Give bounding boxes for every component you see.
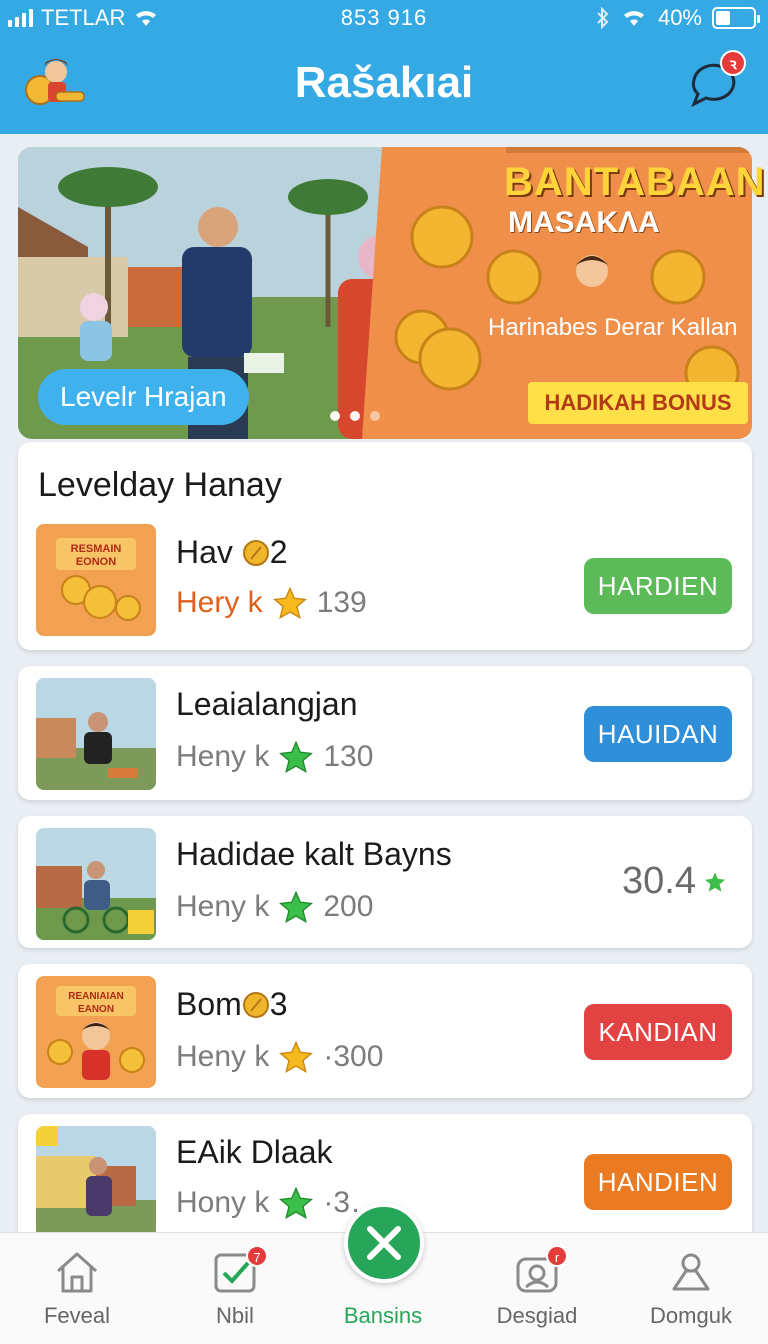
- nav-item-desgiad[interactable]: r Desgiad: [460, 1233, 614, 1344]
- nav-item-bansins[interactable]: Bansins: [306, 1203, 460, 1344]
- row-title: EAik Dlaak: [176, 1134, 333, 1170]
- green-star-icon: [279, 891, 314, 923]
- hauidan-button[interactable]: HAUIDAN: [584, 706, 732, 762]
- thumb-text-bottom: EANON: [78, 1004, 114, 1015]
- right-value-text: 30.4: [622, 860, 696, 902]
- promo-subtitle: MASAKΛA: [508, 206, 660, 239]
- status-bar: TETLAR 853 916 40%: [0, 0, 768, 36]
- photo-thumb-art: [36, 1126, 156, 1238]
- nav-badge: 7: [246, 1245, 268, 1267]
- home-icon: [56, 1252, 98, 1293]
- row-title-suffix: 3: [269, 986, 288, 1022]
- chat-badge: ꝛ: [720, 50, 746, 76]
- promo-title: BANTABAAN: [504, 160, 766, 204]
- nav-label: Bansins: [343, 1303, 423, 1328]
- row-label: Heny k: [176, 890, 270, 923]
- row-title: Bom 3: [176, 986, 288, 1023]
- coin-icon: [242, 540, 269, 566]
- row-value: 200: [323, 890, 374, 923]
- row-label: Heny k: [176, 740, 270, 773]
- list-item[interactable]: Leaialangjan Heny k 130 HAUIDAN: [18, 666, 752, 800]
- row-title-suffix: 2: [269, 534, 288, 570]
- thumb-text-top: REANIAIAN: [68, 991, 124, 1002]
- promo-text: Harinabes Derar Kallan: [488, 314, 738, 341]
- bonus-ribbon[interactable]: HADIKAH BONUS: [528, 382, 748, 424]
- kandian-button[interactable]: KANDIAN: [584, 1004, 732, 1060]
- page-title: Rašakıai: [294, 58, 474, 107]
- row-thumbnail: RESMAIN EONON: [36, 524, 156, 636]
- row-subtitle: Heny k 130: [176, 740, 373, 774]
- section-title: Levelday Hanay: [38, 466, 282, 504]
- photo-thumb-art: [36, 678, 156, 790]
- gold-star-icon: [272, 587, 307, 619]
- photo-thumb-art: [36, 828, 156, 940]
- nav-label: Nbil: [216, 1303, 254, 1328]
- list-item[interactable]: Hadidae kalt Bayns Heny k 200 30.4: [18, 816, 752, 948]
- nav-label: Domguk: [650, 1303, 732, 1328]
- nav-item-domguk[interactable]: Domguk: [614, 1233, 768, 1344]
- carousel-dot[interactable]: [350, 411, 360, 421]
- row-title-text: Hav: [176, 534, 233, 570]
- gold-star-icon: [279, 1041, 314, 1073]
- row-title: Hav 2: [176, 534, 288, 571]
- center-action-button[interactable]: [344, 1203, 424, 1283]
- battery-percent: 40%: [657, 5, 702, 30]
- hardien-button[interactable]: HARDIEN: [584, 558, 732, 614]
- row-label: Hery k: [176, 586, 263, 619]
- coin-icon: [242, 992, 269, 1018]
- green-star-icon: [279, 741, 314, 773]
- row-thumbnail: [36, 828, 156, 940]
- bluetooth-icon: [597, 7, 609, 29]
- carousel-dots[interactable]: [330, 411, 380, 421]
- green-star-icon: [279, 1187, 314, 1219]
- row-title-text: Bom: [176, 986, 242, 1022]
- nav-badge: r: [546, 1245, 568, 1267]
- list-item[interactable]: REANIAIAN EANON Bom 3 Heny k ·300 KANDIAN: [18, 964, 752, 1098]
- close-icon: [367, 1226, 401, 1260]
- green-badge-icon: [704, 871, 726, 892]
- row-subtitle: Heny k 200: [176, 890, 373, 924]
- row-value: ·300: [323, 1040, 384, 1073]
- row-subtitle: Hery k 139: [176, 586, 367, 620]
- thumb-text-top: RESMAIN: [71, 543, 122, 555]
- banner-pill[interactable]: Levelr Hrajan: [38, 369, 249, 425]
- coins-thumb-art: REANIAIAN EANON: [36, 976, 156, 1088]
- carousel-dot[interactable]: [370, 411, 380, 421]
- thumb-text-bottom: EONON: [76, 556, 116, 568]
- nav-label: Desgiad: [496, 1303, 578, 1328]
- row-value: 139: [316, 586, 367, 619]
- carousel-dot-active[interactable]: [330, 411, 340, 421]
- row-thumbnail: [36, 1126, 156, 1238]
- handien-button[interactable]: HANDIEN: [584, 1154, 732, 1210]
- section-card: Levelday Hanay RESMAIN EONON Hav 2 Hery …: [18, 442, 752, 650]
- row-title: Leaialangjan: [176, 686, 358, 722]
- row-thumbnail: REANIAIAN EANON: [36, 976, 156, 1088]
- row-right-value: 30.4: [622, 860, 726, 903]
- row-label: Hony k: [176, 1186, 270, 1219]
- wifi-icon-right: [623, 11, 644, 26]
- coins-thumb-art: RESMAIN EONON: [36, 524, 156, 636]
- top-bar: TETLAR 853 916 40% Rašakıai ꝛ: [0, 0, 768, 134]
- row-thumbnail: [36, 678, 156, 790]
- row-title: Hadidae kalt Bayns: [176, 836, 452, 872]
- nav-item-feveal[interactable]: Feveal: [0, 1233, 154, 1344]
- row-label: Heny k: [176, 1040, 270, 1073]
- person-icon: [672, 1253, 710, 1291]
- row-value: 130: [323, 740, 374, 773]
- battery-icon: [712, 7, 760, 29]
- row-subtitle: Heny k ·300: [176, 1040, 383, 1074]
- nav-item-nbil[interactable]: 7 Nbil: [158, 1233, 312, 1344]
- nav-label: Feveal: [43, 1303, 111, 1328]
- bottom-nav: Feveal 7 Nbil Bansins r Desgiad Domguk: [0, 1203, 768, 1344]
